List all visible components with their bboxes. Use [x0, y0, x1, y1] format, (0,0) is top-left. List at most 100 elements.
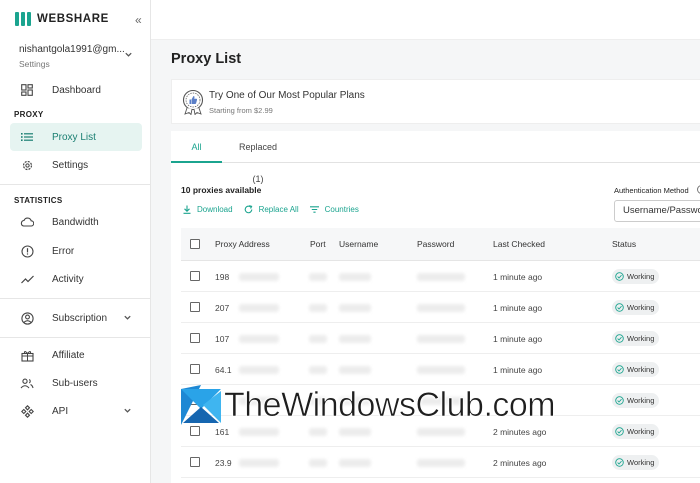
user-circle-icon: [20, 311, 34, 325]
redacted-address: [239, 459, 279, 467]
download-label: Download: [197, 205, 233, 214]
gear-icon: [20, 158, 34, 172]
col-port[interactable]: Port: [310, 239, 326, 249]
status-badge: Working: [612, 331, 660, 346]
redacted-password: [417, 335, 465, 343]
auth-method-select[interactable]: Username/Password: [614, 200, 700, 222]
sidebar-item-sub-users[interactable]: Sub-users: [10, 369, 142, 397]
proxy-address[interactable]: 23.9: [215, 458, 232, 468]
promo-subtitle: Starting from $2.99: [209, 106, 273, 115]
redacted-username: [339, 304, 371, 312]
brand-logo[interactable]: WEBSHARE: [15, 12, 109, 26]
promo-banner[interactable]: Try One of Our Most Popular Plans Starti…: [171, 79, 700, 124]
webshare-logo-icon: [15, 12, 31, 26]
row-checkbox[interactable]: [190, 364, 200, 374]
sidebar-item-label: API: [52, 405, 69, 417]
redacted-password: [417, 273, 465, 281]
redacted-password: [417, 428, 465, 436]
col-username[interactable]: Username: [339, 239, 378, 249]
last-checked: 2 minutes ago: [493, 458, 547, 468]
col-proxy-address[interactable]: Proxy Address: [215, 239, 270, 249]
proxy-address[interactable]: 207: [215, 303, 229, 313]
sidebar-item-label: Subscription: [52, 312, 108, 324]
redacted-port: [309, 335, 327, 343]
last-checked: 1 minute ago: [493, 272, 543, 282]
users-icon: [20, 376, 34, 390]
countries-label: Countries: [324, 205, 359, 214]
col-password[interactable]: Password: [417, 239, 454, 249]
last-checked: 1 minute ago: [493, 334, 543, 344]
select-all-checkbox[interactable]: [190, 239, 200, 249]
proxy-address[interactable]: 198: [215, 272, 229, 282]
table-row: 207 1 minute ago Working: [181, 292, 700, 323]
redacted-port: [309, 428, 327, 436]
dashboard-icon: [20, 83, 34, 97]
last-checked: 1 minute ago: [493, 303, 543, 313]
sidebar-divider: [0, 298, 151, 299]
sidebar-item-subscription[interactable]: Subscription: [10, 304, 142, 332]
table-row: 23.9 2 minutes ago Working: [181, 447, 700, 478]
promo-title: Try One of Our Most Popular Plans: [209, 90, 365, 101]
sidebar-item-api[interactable]: API: [10, 397, 142, 425]
sidebar-item-settings[interactable]: Settings: [10, 151, 142, 179]
row-checkbox[interactable]: [190, 333, 200, 343]
sidebar-item-label: Settings: [52, 159, 89, 171]
sidebar: WEBSHARE « nishantgola1991@gm... Setting…: [0, 0, 151, 483]
redacted-password: [417, 304, 465, 312]
chevron-down-icon: [125, 52, 132, 57]
tab-all[interactable]: All: [171, 131, 222, 163]
chevron-down-icon: [124, 315, 131, 320]
row-checkbox[interactable]: [190, 457, 200, 467]
proxies-available-count: 10 proxies available: [181, 185, 262, 195]
check-circle-icon: [615, 427, 624, 436]
sidebar-item-error[interactable]: Error: [10, 237, 142, 265]
status-text: Working: [627, 334, 655, 343]
sidebar-item-label: Proxy List: [52, 131, 96, 143]
sidebar-item-bandwidth[interactable]: Bandwidth: [10, 208, 142, 236]
countries-filter-button[interactable]: Countries: [309, 205, 359, 214]
sidebar-item-label: Activity: [52, 273, 84, 285]
download-icon: [183, 205, 191, 214]
sidebar-item-affiliate[interactable]: Affiliate: [10, 341, 142, 369]
windows-logo-icon: [181, 385, 221, 425]
proxy-address[interactable]: 161: [215, 427, 229, 437]
status-text: Working: [627, 427, 655, 436]
section-proxy: PROXY: [14, 110, 44, 119]
table-row: 198 1 minute ago Working: [181, 261, 700, 292]
download-button[interactable]: Download: [183, 205, 233, 214]
redacted-port: [309, 366, 327, 374]
redacted-address: [239, 304, 279, 312]
gift-icon: [20, 348, 34, 362]
row-checkbox[interactable]: [190, 426, 200, 436]
tab-replaced[interactable]: Replaced (1): [233, 131, 283, 184]
section-statistics: STATISTICS: [14, 196, 63, 205]
chevron-down-icon: [124, 408, 131, 413]
account-switcher[interactable]: nishantgola1991@gm... Settings: [19, 44, 139, 69]
tab-bar: All Replaced (1): [171, 131, 700, 184]
collapse-sidebar-icon[interactable]: «: [135, 13, 142, 27]
redacted-username: [339, 273, 371, 281]
sidebar-item-label: Dashboard: [52, 84, 101, 96]
sidebar-item-label: Bandwidth: [52, 216, 99, 228]
proxy-address[interactable]: 64.1: [215, 365, 232, 375]
replace-all-button[interactable]: Replace All: [244, 205, 299, 214]
list-icon: [20, 130, 34, 144]
sidebar-item-proxy-list[interactable]: Proxy List: [10, 123, 142, 151]
row-checkbox[interactable]: [190, 302, 200, 312]
proxy-address[interactable]: 107: [215, 334, 229, 344]
proxy-list-card: All Replaced (1) 10 proxies available Do…: [171, 131, 700, 483]
col-last-checked[interactable]: Last Checked: [493, 239, 545, 249]
sidebar-item-label: Sub-users: [52, 377, 98, 389]
status-text: Working: [627, 303, 655, 312]
row-checkbox[interactable]: [190, 271, 200, 281]
sidebar-item-dashboard[interactable]: Dashboard: [10, 76, 142, 104]
check-circle-icon: [615, 272, 624, 281]
last-checked: 1 minute ago: [493, 365, 543, 375]
col-status[interactable]: Status: [612, 239, 636, 249]
check-circle-icon: [615, 303, 624, 312]
filter-icon: [309, 206, 319, 213]
sidebar-item-activity[interactable]: Activity: [10, 265, 142, 293]
auth-method-label: Authentication Method: [614, 186, 689, 195]
trend-line-icon: [20, 272, 34, 286]
account-email: nishantgola1991@gm...: [19, 44, 125, 55]
